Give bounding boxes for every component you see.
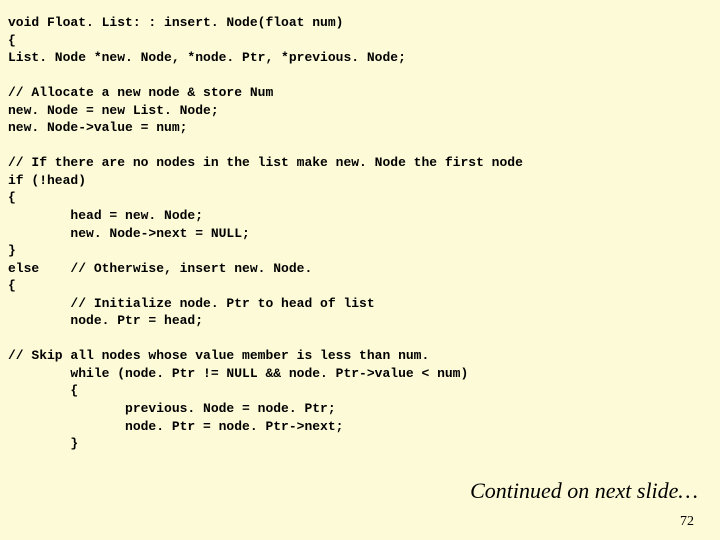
continued-label: Continued on next slide… (470, 478, 698, 504)
page-number: 72 (680, 514, 694, 530)
code-block: void Float. List: : insert. Node(float n… (8, 14, 704, 453)
slide: void Float. List: : insert. Node(float n… (0, 0, 720, 540)
